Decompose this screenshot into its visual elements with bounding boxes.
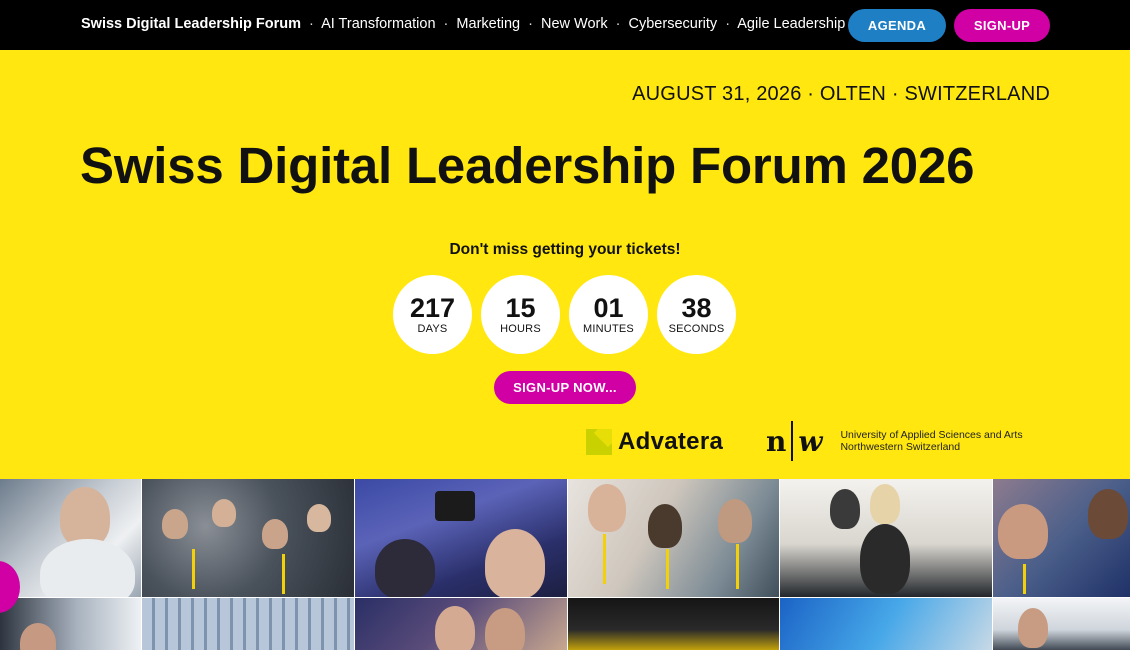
- gallery-photo[interactable]: [993, 479, 1130, 597]
- countdown-minutes-label: MINUTES: [583, 323, 634, 335]
- fhnw-mark-divider: [791, 421, 794, 461]
- fhnw-name-line1: University of Applied Sciences and Arts: [840, 429, 1023, 441]
- nav-separator: ·: [443, 16, 449, 32]
- countdown-days-value: 217: [409, 293, 456, 323]
- gallery-photo[interactable]: [0, 598, 141, 650]
- advatera-mark-icon: [586, 429, 612, 455]
- nav-separator: ·: [309, 16, 314, 32]
- gallery-photo[interactable]: [0, 479, 141, 597]
- fhnw-logo[interactable]: n w University of Applied Sciences and A…: [766, 421, 1023, 461]
- gallery-photo[interactable]: [993, 598, 1130, 650]
- nav-link-agile-leadership[interactable]: Agile Leadership: [737, 16, 845, 32]
- gallery-photo[interactable]: [568, 479, 779, 597]
- nav-link-cybersecurity[interactable]: Cybersecurity: [629, 16, 718, 32]
- nav-separator: ·: [725, 16, 731, 32]
- nav-separator: ·: [528, 16, 533, 32]
- nav-link-ai-transformation[interactable]: AI Transformation: [321, 16, 435, 32]
- fhnw-mark-icon: n w: [766, 421, 822, 461]
- nav-separator: ·: [615, 16, 621, 32]
- event-date-location: AUGUST 31, 2026 · OLTEN · SWITZERLAND: [632, 83, 1050, 105]
- nav-brand-link[interactable]: Swiss Digital Leadership Forum: [81, 16, 301, 32]
- fhnw-mark-n: n: [766, 424, 787, 458]
- countdown-hours: 15 HOURS: [481, 275, 560, 354]
- countdown-seconds-value: 38: [681, 293, 712, 323]
- fhnw-name-line2: Northwestern Switzerland: [840, 441, 961, 453]
- advatera-logo-text: Advatera: [618, 428, 724, 455]
- fhnw-name: University of Applied Sciences and Arts …: [840, 429, 1022, 453]
- countdown-days-label: DAYS: [417, 323, 448, 335]
- ticket-tagline: Don't miss getting your tickets!: [449, 241, 681, 258]
- top-navigation-bar: Swiss Digital Leadership Forum · AI Tran…: [0, 0, 1130, 50]
- countdown-minutes: 01 MINUTES: [569, 275, 648, 354]
- countdown-hours-value: 15: [505, 293, 536, 323]
- fhnw-mark-w: w: [798, 424, 823, 458]
- countdown-seconds: 38 SECONDS: [657, 275, 736, 354]
- nav-links: Swiss Digital Leadership Forum · AI Tran…: [81, 16, 845, 32]
- countdown-timer: 217 DAYS 15 HOURS 01 MINUTES 38 SECONDS: [393, 275, 736, 354]
- nav-link-marketing[interactable]: Marketing: [456, 16, 520, 32]
- countdown-hours-label: HOURS: [500, 323, 541, 335]
- countdown-minutes-value: 01: [593, 293, 624, 323]
- nav-link-new-work[interactable]: New Work: [541, 16, 608, 32]
- gallery-photo[interactable]: [142, 479, 354, 597]
- signup-button[interactable]: SIGN-UP: [954, 9, 1050, 42]
- advatera-logo[interactable]: Advatera: [586, 428, 723, 456]
- gallery-photo[interactable]: [568, 598, 779, 650]
- countdown-days: 217 DAYS: [393, 275, 472, 354]
- signup-now-button[interactable]: SIGN-UP NOW...: [494, 371, 636, 404]
- gallery-photo[interactable]: [780, 479, 992, 597]
- gallery-photo[interactable]: [355, 479, 567, 597]
- countdown-seconds-label: SECONDS: [668, 323, 725, 335]
- event-photo-gallery: [0, 479, 1130, 650]
- page-title: Swiss Digital Leadership Forum 2026: [80, 137, 975, 194]
- gallery-photo[interactable]: [780, 598, 992, 650]
- gallery-photo[interactable]: [142, 598, 354, 650]
- gallery-photo[interactable]: [355, 598, 567, 650]
- agenda-button[interactable]: AGENDA: [848, 9, 946, 42]
